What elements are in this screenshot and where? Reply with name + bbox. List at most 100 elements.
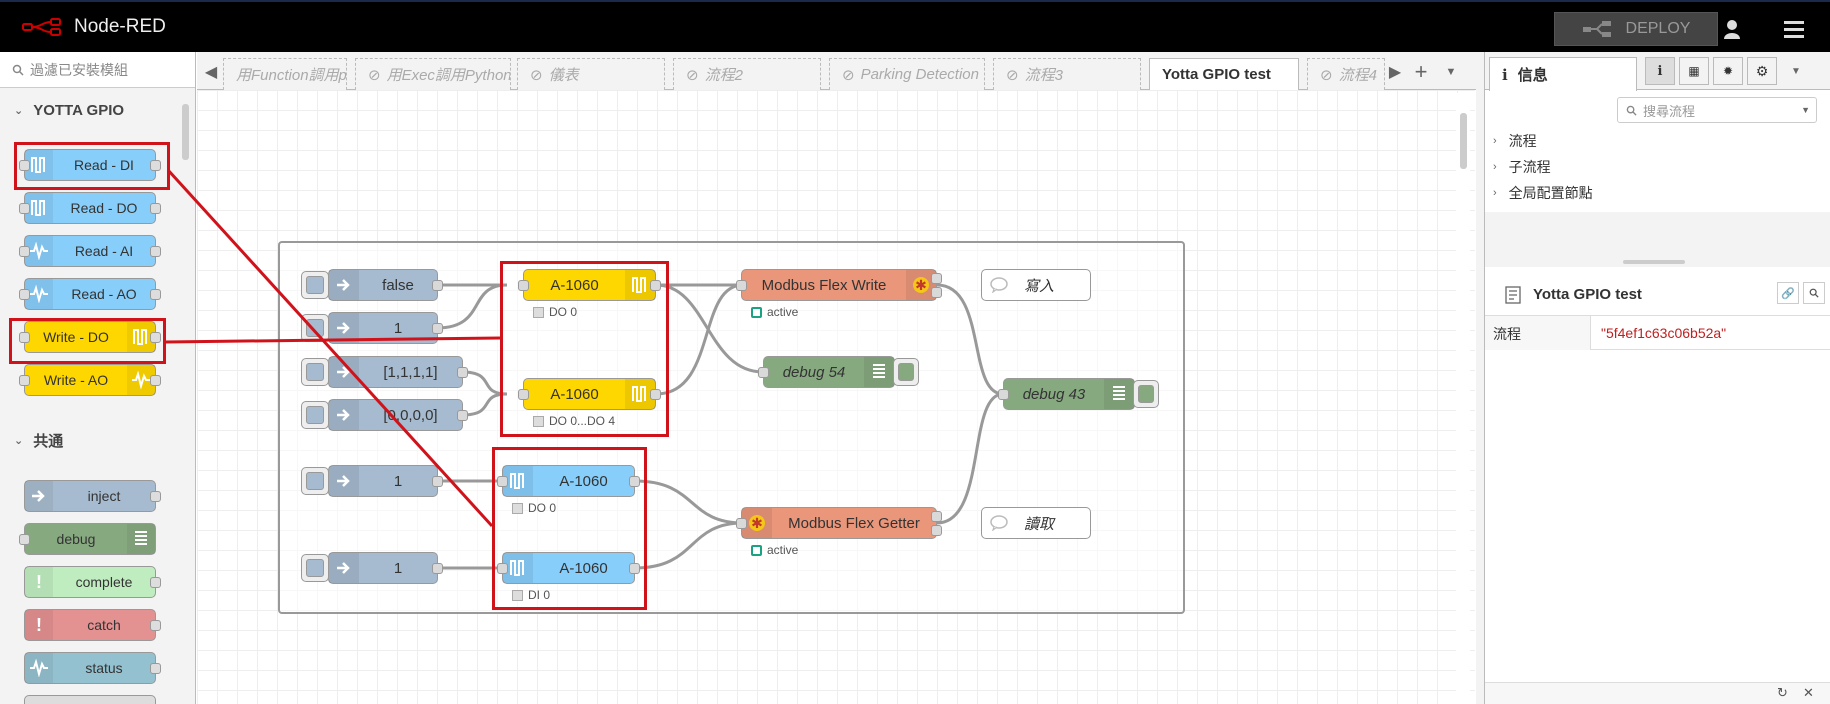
output-port[interactable] [931,525,942,536]
inject-node-1[interactable]: 1 [328,312,443,344]
inject-node-array-zeros[interactable]: [0,0,0,0] [328,399,468,431]
output-port[interactable] [457,410,468,421]
list-icon [127,524,155,554]
disabled-icon: ⊘ [1320,66,1333,84]
comment-node-write[interactable]: 寫入 [981,269,1091,301]
tree-label: 流程 [1508,133,1537,149]
sidebar-tab-info[interactable]: i 信息 [1489,57,1637,91]
add-tab-button[interactable]: + [1409,59,1433,84]
tab-label: Parking Detection [860,66,979,83]
tab-parking-detection[interactable]: ⊘ Parking Detection [829,58,985,90]
node-label: 1 [393,319,403,337]
sidebar-config-button[interactable]: ⚙ [1747,57,1777,85]
palette-node-catch[interactable]: ! catch [24,609,161,641]
palette-node-label: Read - DO [70,200,138,216]
workspace-scrollbar[interactable] [1456,93,1470,704]
node-label: 1 [393,559,403,577]
tab-dashboard[interactable]: ⊘ 儀表 [517,58,665,90]
inject-trigger-button[interactable] [301,358,329,386]
inject-trigger-button[interactable] [301,401,329,429]
main-menu-button[interactable] [1774,12,1814,46]
inject-trigger-button[interactable] [301,314,329,342]
output-port[interactable] [457,367,468,378]
modbus-flex-getter-node[interactable]: ✱ Modbus Flex Getter [736,507,942,539]
tab-flow2[interactable]: ⊘ 流程2 [673,58,821,90]
sidebar-help-button[interactable]: ▦ [1679,57,1709,85]
comment-node-read[interactable]: 讀取 [981,507,1091,539]
tab-label: 流程2 [704,67,743,84]
sidebar-tree-item-subflows[interactable]: › 子流程 [1485,154,1830,180]
palette-node-partial[interactable] [24,695,156,704]
palette-category-yotta-gpio[interactable]: ⌄ YOTTA GPIO [0,90,178,130]
close-icon[interactable]: ✕ [1803,685,1814,701]
wire [936,392,1004,525]
input-port[interactable] [736,280,747,291]
tab-scroll-right-button[interactable]: ▶ [1383,60,1407,84]
sidebar-info-button[interactable]: i [1645,57,1675,85]
sidebar-menu-button[interactable]: ▼ [1781,57,1811,85]
input-port[interactable] [736,518,747,529]
inject-trigger-button[interactable] [301,271,329,299]
output-port[interactable] [432,280,443,291]
search-flow-button[interactable] [1803,282,1825,304]
user-menu-button[interactable] [1712,12,1752,46]
tab-list-button[interactable]: ▼ [1439,60,1463,84]
palette-category-common[interactable]: ⌄ 共通 [0,420,178,460]
palette-node-complete[interactable]: ! complete [24,566,161,598]
palette-node-read-ao[interactable]: Read - AO [19,278,161,310]
inject-trigger-button[interactable] [301,554,329,582]
palette-node-inject[interactable]: inject [24,480,161,512]
palette-scrollbar[interactable] [182,92,190,252]
output-port[interactable] [432,323,443,334]
exclamation-icon: ! [25,567,53,597]
inject-node-array-ones[interactable]: [1,1,1,1] [328,356,468,388]
inject-trigger-button[interactable] [301,467,329,495]
sidebar-tree-item-global-config[interactable]: › 全局配置節點 [1485,180,1830,206]
tab-function-python[interactable]: 用Function調用py [223,58,347,90]
palette-node-debug[interactable]: debug [19,523,156,555]
arrow-right-icon [329,357,359,387]
tree-label: 子流程 [1508,159,1551,175]
workspace-canvas[interactable]: false 1 [1,1,1,1] [0,0,0,0] 1 1 A-1060 D… [197,90,1475,704]
refresh-icon[interactable]: ↻ [1777,685,1788,701]
output-port[interactable] [931,287,942,298]
debug-toggle-button[interactable] [1133,380,1159,408]
link-button[interactable]: 🔗 [1777,282,1799,304]
input-port[interactable] [998,389,1009,400]
debug-node-43[interactable]: debug 43 [998,378,1135,410]
debug-node-54[interactable]: debug 54 [758,356,895,388]
palette-node-write-ao[interactable]: Write - AO [19,364,161,396]
palette-node-label: complete [75,574,133,590]
sidebar-debug-button[interactable]: ✹ [1713,57,1743,85]
deploy-button[interactable]: DEPLOY [1554,12,1718,46]
palette-node-read-do[interactable]: Read - DO [19,192,161,224]
inject-node-1b[interactable]: 1 [328,465,443,497]
search-icon [1626,105,1637,116]
output-port[interactable] [931,511,942,522]
output-port[interactable] [432,563,443,574]
tab-flow3[interactable]: ⊘ 流程3 [993,58,1141,90]
tab-flow4[interactable]: ⊘ 流程4 [1307,58,1385,90]
debug-toggle-button[interactable] [893,358,919,386]
tab-scroll-left-button[interactable]: ◀ [199,60,223,84]
palette-node-read-ai[interactable]: Read - AI [19,235,161,267]
modbus-flex-write-node[interactable]: Modbus Flex Write ✱ [736,269,942,301]
sidebar-separator[interactable] [1476,52,1484,704]
output-port[interactable] [432,476,443,487]
input-port[interactable] [758,367,769,378]
tab-exec-python[interactable]: ⊘ 用Exec調用Python [355,58,511,90]
book-icon: ▦ [1688,64,1700,78]
palette-filter-input[interactable]: 過濾已安裝模組 [0,52,195,88]
palette-node-status[interactable]: status [24,652,161,684]
sidebar-search-input[interactable]: 搜尋流程 ▼ [1617,97,1817,123]
sidebar-footer: ↻ ✕ [1485,682,1830,704]
tab-yotta-gpio-test[interactable]: Yotta GPIO test [1149,58,1299,91]
palette-category-label: YOTTA GPIO [33,101,125,119]
output-port[interactable] [931,273,942,284]
node-red-editor: Node-RED DEPLOY 過濾已安裝模組 ⌄ YOTTA GPIO Rea… [0,0,1830,704]
sidebar-resize-handle[interactable] [1623,260,1685,264]
caret-left-icon: ◀ [204,64,218,81]
sidebar-tree-item-flows[interactable]: › 流程 [1485,128,1830,154]
inject-node-false[interactable]: false [328,269,443,301]
inject-node-1c[interactable]: 1 [328,552,443,584]
